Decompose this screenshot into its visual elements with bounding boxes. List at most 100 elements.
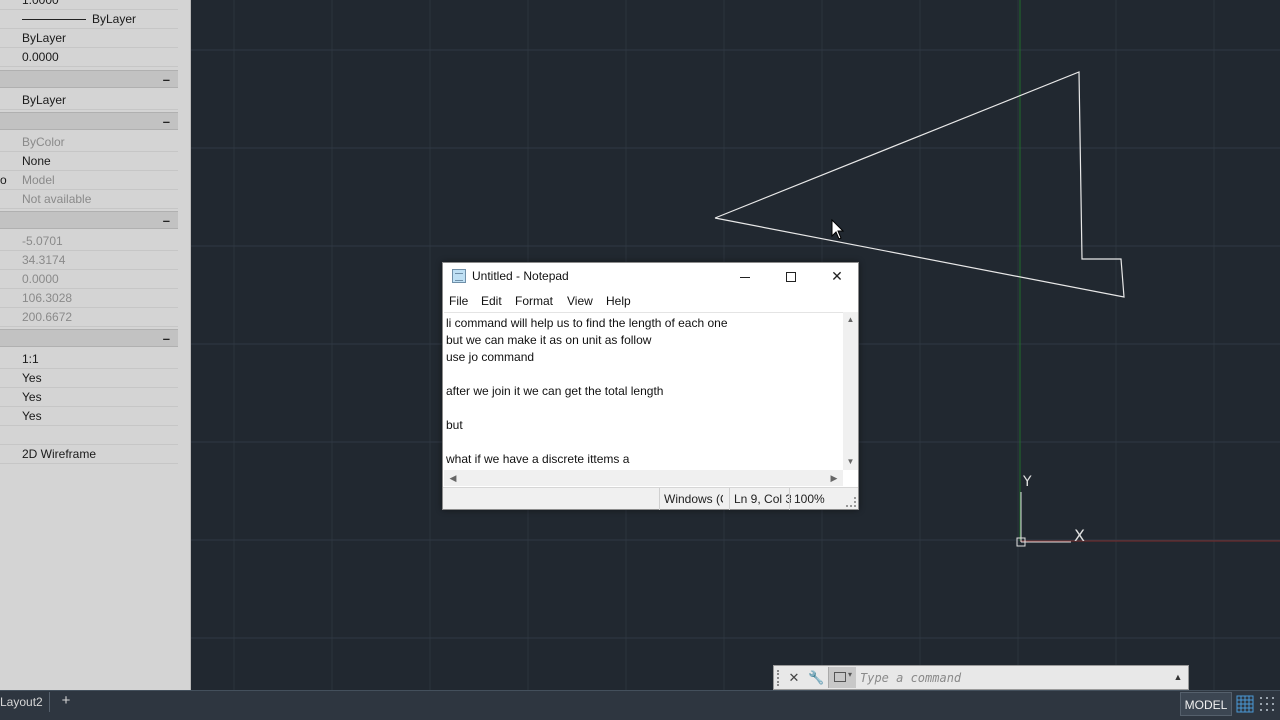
property-row[interactable]: Yes — [0, 407, 178, 426]
layout-tabs-bar: Layout2 + — [0, 690, 1280, 720]
property-row[interactable] — [0, 426, 178, 445]
property-row[interactable]: -5.0701 — [0, 232, 178, 251]
command-input[interactable] — [860, 668, 1160, 688]
notepad-text-line: use jo command — [446, 350, 535, 364]
scroll-right-icon[interactable]: ▶ — [827, 470, 841, 486]
property-value: -5.0701 — [22, 234, 63, 248]
notepad-status-bar: Windows (CRLF) Ln 9, Col 36 100% — [443, 487, 858, 510]
line-ending-status: Windows (CRLF) — [659, 488, 723, 510]
resize-grip-icon[interactable] — [846, 497, 856, 507]
snap-mode-icon[interactable] — [1258, 695, 1276, 713]
property-value: 1:1 — [22, 352, 39, 366]
maximize-icon — [786, 272, 796, 283]
property-value: 0.0000 — [22, 272, 59, 286]
horizontal-scrollbar[interactable]: ◀ ▶ — [444, 470, 843, 486]
property-row[interactable]: Yes — [0, 388, 178, 407]
property-row[interactable]: ByColor — [0, 133, 178, 152]
prompt-caret-icon: ▾ — [848, 670, 853, 679]
property-value: 34.3174 — [22, 253, 66, 267]
property-value: ByLayer — [22, 31, 67, 45]
property-row[interactable]: 2D Wireframe — [0, 445, 178, 464]
property-row-partial[interactable]: 1.0000 — [0, 0, 178, 10]
collapse-icon[interactable]: – — [163, 331, 170, 346]
ucs-y-label: Y — [1022, 474, 1032, 490]
notepad-title-bar[interactable]: Untitled - Notepad ✕ — [443, 263, 858, 290]
notepad-text-area[interactable]: li command will help us to find the leng… — [444, 312, 843, 470]
property-value: Yes — [22, 371, 42, 385]
notepad-menu-bar: File Edit Format View Help — [443, 290, 858, 312]
command-line-grip-icon[interactable] — [777, 670, 782, 686]
vertical-scrollbar[interactable]: ▲ ▼ — [843, 312, 858, 470]
scroll-up-icon[interactable]: ▲ — [843, 313, 858, 327]
property-value: ByLayer — [22, 93, 67, 107]
section-misc[interactable]: – — [0, 329, 178, 347]
property-row[interactable]: ByLayer — [0, 29, 178, 48]
tab-layout2[interactable]: Layout2 — [0, 692, 50, 712]
property-row[interactable]: Not available — [0, 190, 178, 209]
model-space-button[interactable]: MODEL — [1180, 692, 1232, 716]
command-line[interactable]: ✕ 🔧 ▾ ▲ — [773, 665, 1189, 690]
cursor-position-status: Ln 9, Col 36 — [729, 488, 791, 510]
notepad-text-line: but we can make it as on unit as follow — [446, 333, 652, 347]
scroll-down-icon[interactable]: ▼ — [843, 455, 858, 469]
maximize-button[interactable] — [768, 263, 814, 290]
properties-palette: 1.0000 ByLayer ByLayer 0.0000 – ByLayer – ByCol… — [0, 0, 191, 690]
property-value: 2D Wireframe — [22, 447, 97, 461]
command-line-customize-button[interactable]: 🔧 — [808, 668, 824, 688]
property-row[interactable]: ByLayer — [0, 91, 178, 110]
property-row[interactable]: o Model — [0, 171, 178, 190]
property-value: 0.0000 — [22, 50, 59, 64]
notepad-text-line: what if we have a discrete ittems a — [446, 452, 630, 466]
menu-help[interactable]: Help — [602, 290, 635, 312]
property-row[interactable]: 34.3174 — [0, 251, 178, 270]
section-view[interactable]: – — [0, 211, 178, 229]
close-button[interactable]: ✕ — [814, 263, 860, 290]
command-history-button[interactable]: ▲ — [1172, 670, 1184, 684]
linetype-preview-icon — [22, 19, 86, 21]
property-value: Yes — [22, 409, 42, 423]
collapse-icon[interactable]: – — [163, 114, 170, 129]
property-value: Not available — [22, 192, 92, 206]
add-layout-button[interactable]: + — [55, 691, 77, 711]
property-row[interactable]: ByLayer — [0, 10, 178, 29]
menu-file[interactable]: File — [445, 290, 472, 312]
linetype-label: ByLayer — [92, 12, 137, 26]
minimize-icon — [740, 276, 750, 278]
property-row[interactable]: None — [0, 152, 178, 171]
prompt-box-icon — [834, 672, 846, 682]
property-row[interactable]: 0.0000 — [0, 48, 178, 67]
notepad-title: Untitled - Notepad — [472, 269, 569, 283]
property-value: Model — [22, 173, 55, 187]
notepad-text-line: but — [446, 418, 463, 432]
minimize-button[interactable] — [722, 263, 768, 290]
notepad-text-line — [446, 434, 841, 451]
mouse-cursor-icon — [831, 219, 845, 240]
notepad-text-line — [446, 366, 841, 383]
collapse-icon[interactable]: – — [163, 72, 170, 87]
menu-format[interactable]: Format — [511, 290, 557, 312]
property-value: ByColor — [22, 135, 65, 149]
grid-display-icon[interactable] — [1236, 695, 1254, 713]
menu-view[interactable]: View — [563, 290, 597, 312]
menu-edit[interactable]: Edit — [477, 290, 506, 312]
property-row[interactable]: 0.0000 — [0, 270, 178, 289]
notepad-text-line — [446, 400, 841, 417]
property-row[interactable]: 106.3028 — [0, 289, 178, 308]
command-line-close-button[interactable]: ✕ — [786, 668, 802, 688]
notepad-window[interactable]: Untitled - Notepad ✕ File Edit Format Vi… — [442, 262, 859, 510]
scroll-left-icon[interactable]: ◀ — [446, 470, 460, 486]
command-prompt-icon[interactable]: ▾ — [828, 667, 856, 688]
property-row[interactable]: 200.6672 — [0, 308, 178, 327]
notepad-app-icon — [452, 269, 466, 283]
section-plot-style[interactable]: – — [0, 112, 178, 130]
property-row-lead: o — [0, 173, 7, 187]
collapse-icon[interactable]: – — [163, 213, 170, 228]
section-3d-visualization[interactable]: – — [0, 70, 178, 88]
property-value: Yes — [22, 390, 42, 404]
close-icon: ✕ — [831, 268, 843, 284]
property-row[interactable]: 1:1 — [0, 350, 178, 369]
property-value: None — [22, 154, 51, 168]
property-value: 200.6672 — [22, 310, 73, 324]
property-row[interactable]: Yes — [0, 369, 178, 388]
zoom-status: 100% — [789, 488, 837, 510]
